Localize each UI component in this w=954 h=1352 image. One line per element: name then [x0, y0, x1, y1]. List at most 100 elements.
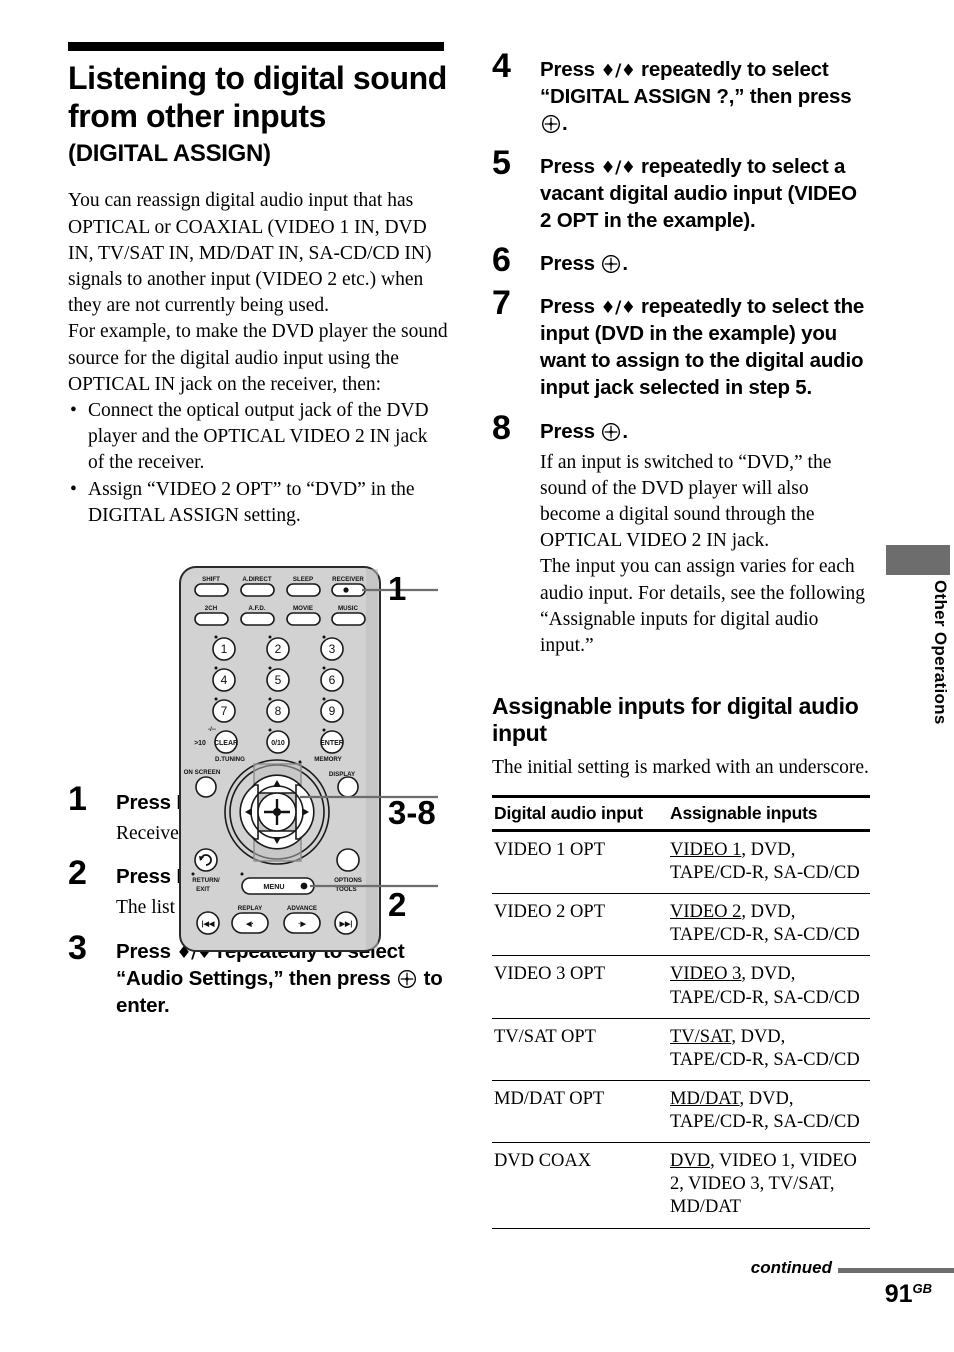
- up-down-arrows-icon: ♦/♦: [600, 61, 636, 81]
- cell-digital-audio-input: VIDEO 3 OPT: [492, 955, 668, 1019]
- table-header-row: Digital audio input Assignable inputs: [492, 794, 870, 832]
- step-description-line: If an input is switched to “DVD,” the so…: [540, 451, 832, 552]
- svg-text:MENU: MENU: [263, 882, 284, 891]
- table-row: VIDEO 1 OPT VIDEO 1, DVD, TAPE/CD-R, SA-C…: [492, 830, 870, 895]
- cell-assignable-inputs: VIDEO 1, DVD, TAPE/CD-R, SA-CD/CD: [668, 830, 870, 895]
- svg-text:A.DIRECT: A.DIRECT: [242, 576, 271, 583]
- step-6: 6 Press .: [492, 243, 872, 277]
- label-options: OPTIONS: [334, 877, 362, 884]
- column-header-digital-audio-input: Digital audio input: [492, 794, 668, 832]
- button-options-tools: [336, 848, 360, 872]
- enter-button-icon: [542, 115, 560, 134]
- callout-3-8: 3-8: [388, 794, 436, 831]
- cell-digital-audio-input: VIDEO 2 OPT: [492, 893, 668, 957]
- cell-assignable-inputs: VIDEO 3, DVD, TAPE/CD-R, SA-CD/CD: [668, 955, 870, 1019]
- label-d-tuning: D.TUNING: [215, 756, 245, 763]
- step-instruction: Press .: [540, 419, 628, 443]
- svg-text:SLEEP: SLEEP: [293, 576, 313, 583]
- label-advance: ADVANCE: [287, 905, 317, 912]
- enter-button-icon: [602, 255, 621, 274]
- label-memory: MEMORY: [314, 756, 342, 763]
- assignable-note: The initial setting is marked with an un…: [492, 756, 869, 778]
- page-number: 91GB: [885, 1280, 932, 1309]
- section-heading-assignable: Assignable inputs for digital audio inpu…: [492, 693, 859, 746]
- assignable-inputs-table: Digital audio input Assignable inputs VI…: [492, 794, 870, 1229]
- right-column: 4 Press ♦/♦ repeatedly to select “DIGITAL…: [492, 40, 872, 1229]
- up-down-arrows-icon: ♦/♦: [600, 298, 636, 319]
- svg-text:9: 9: [329, 704, 336, 718]
- svg-text:ENTER: ENTER: [320, 740, 344, 747]
- svg-text:6: 6: [329, 673, 336, 687]
- svg-text:A.F.D.: A.F.D.: [248, 605, 265, 612]
- default-setting-underlined: VIDEO 3: [670, 964, 742, 985]
- table-row: VIDEO 3 OPT VIDEO 3, DVD, TAPE/CD-R, SA-C…: [492, 955, 870, 1019]
- table-row: VIDEO 2 OPT VIDEO 2, DVD, TAPE/CD-R, SA-C…: [492, 893, 870, 957]
- svg-text:|◀◀: |◀◀: [202, 921, 215, 928]
- button-on-screen: [195, 776, 217, 798]
- svg-text:8: 8: [275, 704, 282, 718]
- cell-assignable-inputs: VIDEO 2, DVD, TAPE/CD-R, SA-CD/CD: [668, 893, 870, 957]
- svg-text:CLEAR: CLEAR: [214, 740, 238, 747]
- cell-digital-audio-input: DVD COAX: [492, 1142, 668, 1229]
- svg-text:RECEIVER: RECEIVER: [332, 576, 364, 583]
- page-number-suffix: GB: [912, 1281, 933, 1296]
- svg-text:1: 1: [221, 642, 228, 656]
- page-number-value: 91: [884, 1280, 913, 1308]
- step-description: If an input is switched to “DVD,” the so…: [540, 450, 872, 660]
- continued-label: continued: [750, 1258, 832, 1277]
- callout-1: 1: [388, 570, 407, 607]
- step-number: 4: [492, 47, 511, 85]
- intro-text: You can reassign digital audio input tha…: [68, 188, 448, 529]
- cell-digital-audio-input: TV/SAT OPT: [492, 1018, 668, 1081]
- steps-right-container: 4 Press ♦/♦ repeatedly to select “DIGITAL…: [492, 49, 872, 660]
- callout-2: 2: [388, 886, 407, 923]
- intro-paragraph-2: For example, to make the DVD player the …: [68, 321, 448, 395]
- step-description-line: The input you can assign varies for each…: [540, 556, 865, 657]
- default-setting-underlined: DVD: [670, 1151, 711, 1172]
- svg-text:▶▶|: ▶▶|: [339, 921, 353, 928]
- remote-navigation-pad: [224, 759, 330, 865]
- page-title: Listening to digital sound from other in…: [68, 60, 447, 134]
- label-replay: REPLAY: [238, 905, 263, 912]
- button-sleep: [286, 583, 321, 597]
- table-row: TV/SAT OPT TV/SAT, DVD, TAPE/CD-R, SA-CD/…: [492, 1018, 870, 1081]
- list-item: Connect the optical output jack of the D…: [68, 398, 448, 477]
- cell-assignable-inputs: DVD, VIDEO 1, VIDEO 2, VIDEO 3, TV/SAT, …: [668, 1142, 870, 1229]
- button-music: [331, 612, 366, 626]
- svg-text:7: 7: [221, 704, 228, 718]
- label-on-screen: ON SCREEN: [184, 769, 221, 776]
- svg-text:>10: >10: [194, 740, 206, 747]
- svg-text:2: 2: [275, 642, 282, 656]
- default-setting-underlined: TV/SAT: [670, 1026, 732, 1047]
- step-number: 5: [492, 144, 511, 183]
- svg-text:5: 5: [275, 673, 282, 687]
- cell-digital-audio-input: VIDEO 1 OPT: [492, 830, 668, 895]
- step-4: 4 Press ♦/♦ repeatedly to select “DIGITAL…: [492, 49, 872, 137]
- page-footer: continued 91GB: [0, 1258, 954, 1328]
- step-instruction: Press ♦/♦ repeatedly to select “DIGITAL …: [540, 58, 852, 136]
- footer-rule: [838, 1268, 954, 1273]
- side-tab-label: Other Operations: [931, 580, 950, 725]
- button-a-direct: [240, 583, 275, 597]
- button-display: [337, 776, 359, 798]
- step-number: 7: [492, 284, 511, 323]
- button-movie: [286, 612, 321, 626]
- svg-text:◀·: ◀·: [245, 921, 254, 928]
- list-item: Assign “VIDEO 2 OPT” to “DVD” in the DIG…: [68, 477, 448, 529]
- intro-paragraph-1: You can reassign digital audio input tha…: [68, 190, 432, 317]
- intro-bullet-list: Connect the optical output jack of the D…: [68, 398, 448, 529]
- side-tab-block: [886, 545, 950, 575]
- default-setting-underlined: MD/DAT: [670, 1088, 740, 1109]
- svg-text:3: 3: [329, 642, 336, 656]
- manual-page: Listening to digital sound from other in…: [0, 0, 954, 1352]
- button-return-exit: [194, 848, 218, 872]
- enter-button-icon: [602, 422, 621, 441]
- cell-assignable-inputs: MD/DAT, DVD, TAPE/CD-R, SA-CD/CD: [668, 1080, 870, 1144]
- button-afd: [240, 612, 275, 626]
- label-exit: EXIT: [196, 886, 210, 893]
- up-down-arrows-icon: ♦/♦: [600, 158, 636, 179]
- svg-text:-/--: -/--: [208, 726, 216, 733]
- step-7: 7 Press ♦/♦ repeatedly to select the inpu…: [492, 286, 872, 401]
- title-rule: [68, 42, 444, 51]
- svg-text:4: 4: [221, 673, 228, 687]
